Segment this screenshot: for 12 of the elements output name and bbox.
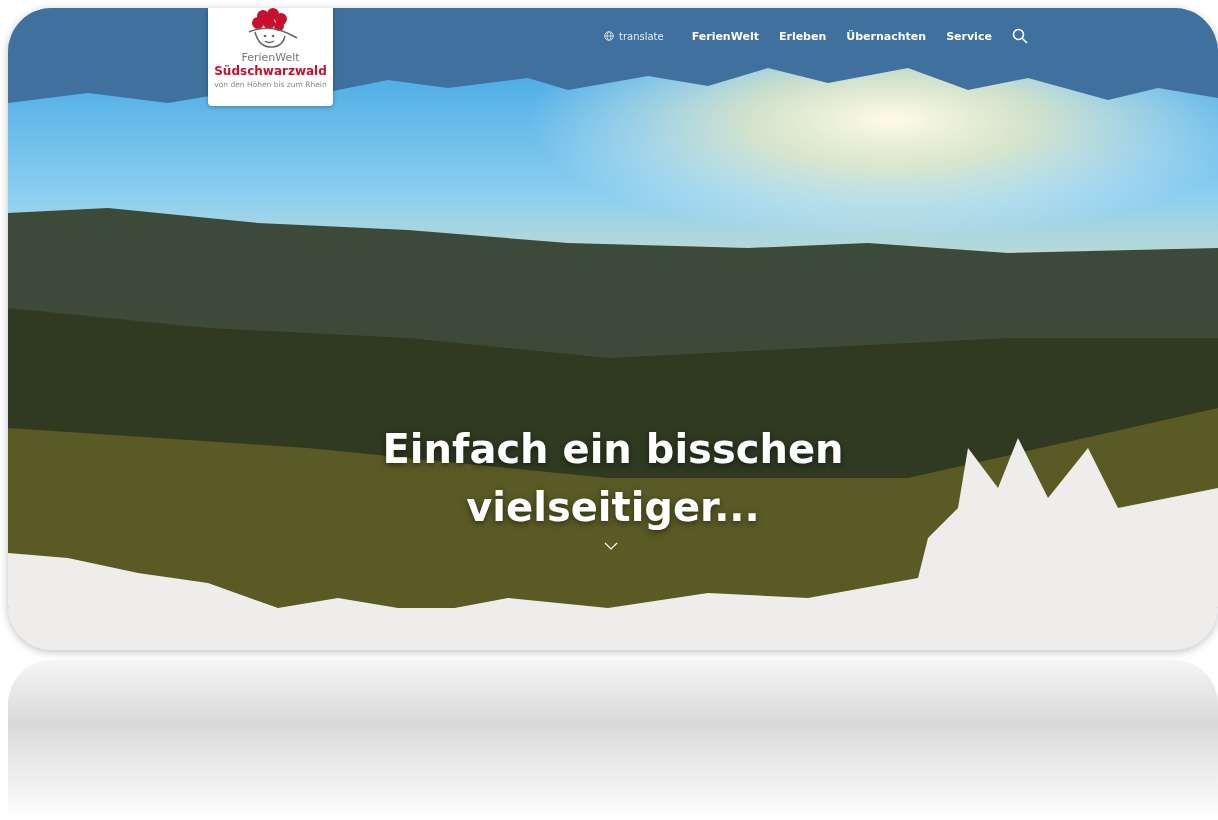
hero-headline: vielseitiger... <box>466 483 760 532</box>
translate-button[interactable]: translate <box>604 30 664 42</box>
nav-link[interactable]: FerienWelt <box>691 29 759 43</box>
hero-headline: Einfach ein bisschen <box>382 425 844 474</box>
chevron-down-icon[interactable] <box>604 542 618 550</box>
nav-link[interactable]: Service <box>946 29 992 43</box>
globe-icon <box>604 31 614 41</box>
logo-text: Südschwarzwald <box>214 64 327 78</box>
nav-link[interactable]: Erleben <box>778 29 827 43</box>
logo-text: FerienWelt <box>241 52 300 64</box>
nav-link[interactable]: Übernachten <box>846 29 927 43</box>
search-icon[interactable] <box>1011 28 1028 44</box>
